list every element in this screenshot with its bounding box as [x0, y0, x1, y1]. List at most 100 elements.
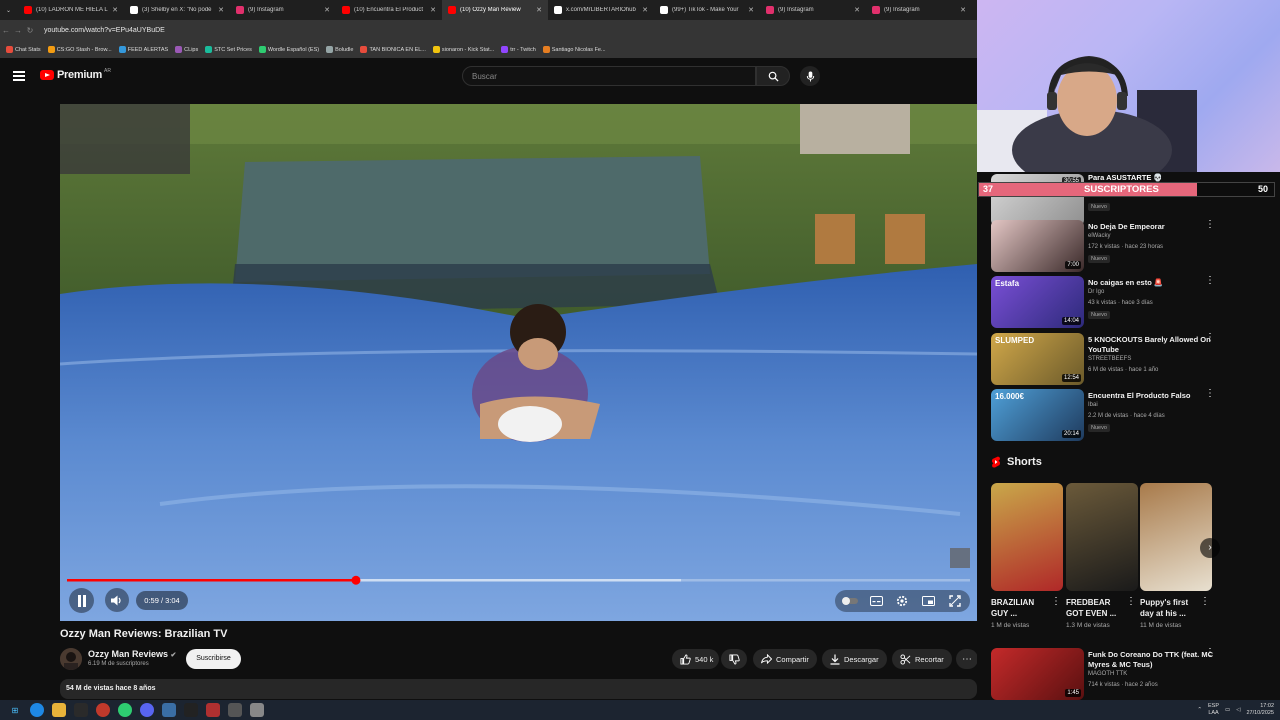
app-icon[interactable] [250, 703, 264, 717]
tab-search-icon[interactable]: ⌄ [0, 0, 18, 20]
bookmark-item[interactable]: Santiago Nicolas Fe... [542, 46, 606, 53]
bookmark-item[interactable]: sionaron - Kick Stat... [432, 46, 494, 53]
file-explorer-icon[interactable] [52, 703, 66, 717]
video-thumbnail[interactable]: Estafa 14:04 [991, 276, 1084, 328]
windows-start-icon[interactable]: ⊞ [8, 703, 22, 717]
subtitles-button[interactable] [864, 589, 888, 613]
tray-chevron-icon[interactable]: ⌃ [1197, 707, 1202, 713]
like-button[interactable]: 540 k [672, 649, 720, 669]
voice-search-button[interactable] [800, 66, 820, 86]
video-title[interactable]: Funk Do Coreano Do TTK (feat. MC Myres &… [1088, 650, 1213, 670]
volume-tray-icon[interactable]: ◁ [1236, 707, 1240, 713]
back-icon[interactable]: ← [0, 26, 12, 35]
network-icon[interactable]: ▭ [1225, 707, 1230, 713]
discord-icon[interactable] [140, 703, 154, 717]
more-options-icon[interactable]: ⋮ [1126, 597, 1136, 607]
pause-button[interactable] [69, 588, 94, 613]
more-actions-button[interactable]: ⋯ [956, 649, 978, 669]
channel-name[interactable]: elWacky [1088, 233, 1110, 239]
tab-close-icon[interactable]: ✕ [854, 6, 860, 14]
tab-close-icon[interactable]: ✕ [642, 6, 648, 14]
channel-avatar[interactable] [60, 648, 82, 670]
browser-tab[interactable]: (99+) TikTok - Make Your ✕ [654, 0, 760, 20]
video-title[interactable]: No Deja De Empeorar [1088, 222, 1213, 232]
app-icon[interactable] [74, 703, 88, 717]
hamburger-menu-icon[interactable] [13, 71, 25, 81]
download-button[interactable]: Descargar [822, 649, 887, 669]
app-icon[interactable] [184, 703, 198, 717]
channel-name[interactable]: Ozzy Man Reviews ✔ [88, 649, 176, 659]
more-options-icon[interactable]: ⋮ [1205, 276, 1215, 286]
tab-close-icon[interactable]: ✕ [218, 6, 224, 14]
recommended-video[interactable]: 16.000€ 20:14 Encuentra El Producto Falso I… [991, 389, 1221, 443]
browser-tab[interactable]: (10) Ozzy Man Review ✕ [442, 0, 548, 20]
app-icon[interactable] [206, 703, 220, 717]
bookmark-item[interactable]: trr - Twitch [501, 46, 536, 53]
url-field[interactable]: youtube.com/watch?v=EPu4aUYBuDE [44, 27, 165, 34]
short-title[interactable]: BRAZILIAN GUY ... [991, 597, 1053, 619]
browser-tab[interactable]: (10) Encuentra El Product ✕ [336, 0, 442, 20]
youtube-logo[interactable]: Premium AR [40, 68, 111, 81]
video-thumbnail[interactable]: 16.000€ 20:14 [991, 389, 1084, 441]
channel-name[interactable]: Dr Igo [1088, 289, 1104, 295]
browser-tab[interactable]: (10) LADRÓN ME HIELA L ✕ [18, 0, 124, 20]
obs-icon[interactable] [96, 703, 110, 717]
recommended-video[interactable]: 7:00 No Deja De Empeorar elWacky 172 k vist… [991, 220, 1221, 274]
spotify-icon[interactable] [118, 703, 132, 717]
progress-bar[interactable] [60, 574, 977, 586]
dislike-button[interactable] [721, 649, 747, 669]
bookmark-item[interactable]: Wordle Español (ES) [258, 46, 319, 53]
language-indicator[interactable]: ESP LAA [1208, 703, 1219, 717]
browser-tab[interactable]: (3) Shelby en X: "No podé ✕ [124, 0, 230, 20]
short-title[interactable]: FREDBEAR GOT EVEN ... [1066, 597, 1128, 619]
more-options-icon[interactable]: ⋮ [1205, 389, 1215, 399]
bookmark-item[interactable]: FEED ALERTAS [118, 46, 168, 53]
subscribe-button[interactable]: Suscribirse [186, 649, 241, 669]
recommended-video[interactable]: Estafa 14:04 No caigas en esto 🚨 Dr Igo 43 k… [991, 276, 1221, 330]
more-options-icon[interactable]: ⋮ [1205, 220, 1215, 230]
more-options-icon[interactable]: ⋮ [1051, 597, 1061, 607]
browser-tab[interactable]: x.com/MrLIBERTARIOhub ✕ [548, 0, 654, 20]
app-icon[interactable] [162, 703, 176, 717]
channel-name[interactable]: STREETBEEFS [1088, 356, 1131, 362]
settings-button[interactable] [890, 589, 914, 613]
video-player[interactable] [60, 104, 977, 621]
video-title[interactable]: No caigas en esto 🚨 [1088, 278, 1213, 288]
short-thumbnail[interactable] [991, 483, 1063, 591]
share-button[interactable]: Compartir [753, 649, 817, 669]
video-thumbnail[interactable]: SLUMPED 12:54 [991, 333, 1084, 385]
forward-icon[interactable]: → [12, 26, 24, 35]
bookmark-item[interactable]: Boludle [326, 46, 353, 53]
browser-tab[interactable]: (9) Instagram ✕ [760, 0, 866, 20]
video-thumbnail[interactable]: 1:45 [991, 648, 1084, 700]
search-button[interactable] [756, 66, 790, 86]
more-options-icon[interactable]: ⋮ [1205, 648, 1215, 658]
reload-icon[interactable]: ↻ [24, 26, 36, 35]
tab-close-icon[interactable]: ✕ [960, 6, 966, 14]
tab-close-icon[interactable]: ✕ [112, 6, 118, 14]
channel-name[interactable]: MAGOTH TTK [1088, 671, 1127, 677]
tab-close-icon[interactable]: ✕ [748, 6, 754, 14]
volume-button[interactable] [105, 588, 129, 612]
more-options-icon[interactable]: ⋮ [1205, 333, 1215, 343]
miniplayer-button[interactable] [916, 589, 940, 613]
browser-tab[interactable]: (9) Instagram ✕ [230, 0, 336, 20]
fullscreen-button[interactable] [943, 589, 967, 613]
autoplay-toggle[interactable] [838, 589, 862, 613]
bookmark-item[interactable]: CS:GO Stash - Brow... [47, 46, 112, 53]
tab-close-icon[interactable]: ✕ [430, 6, 436, 14]
video-title[interactable]: Encuentra El Producto Falso [1088, 391, 1213, 401]
more-options-icon[interactable]: ⋮ [1200, 597, 1210, 607]
video-thumbnail[interactable]: 7:00 [991, 220, 1084, 272]
tab-close-icon[interactable]: ✕ [324, 6, 330, 14]
scrubber-handle[interactable] [351, 575, 361, 585]
video-title[interactable]: 5 KNOCKOUTS Barely Allowed On YouTube [1088, 335, 1213, 355]
shorts-next-button[interactable]: › [1200, 538, 1220, 558]
search-input[interactable]: Buscar [462, 66, 756, 86]
description-box[interactable]: 54 M de vistas hace 8 años [60, 679, 977, 699]
clock[interactable]: 17:02 27/10/2025 [1246, 703, 1274, 717]
short-thumbnail[interactable] [1066, 483, 1138, 591]
recommended-video[interactable]: 30:55 Nuevo [991, 174, 1221, 226]
bookmark-item[interactable]: Chat Stats [6, 46, 41, 53]
browser-tab[interactable]: (9) Instagram ✕ [866, 0, 972, 20]
